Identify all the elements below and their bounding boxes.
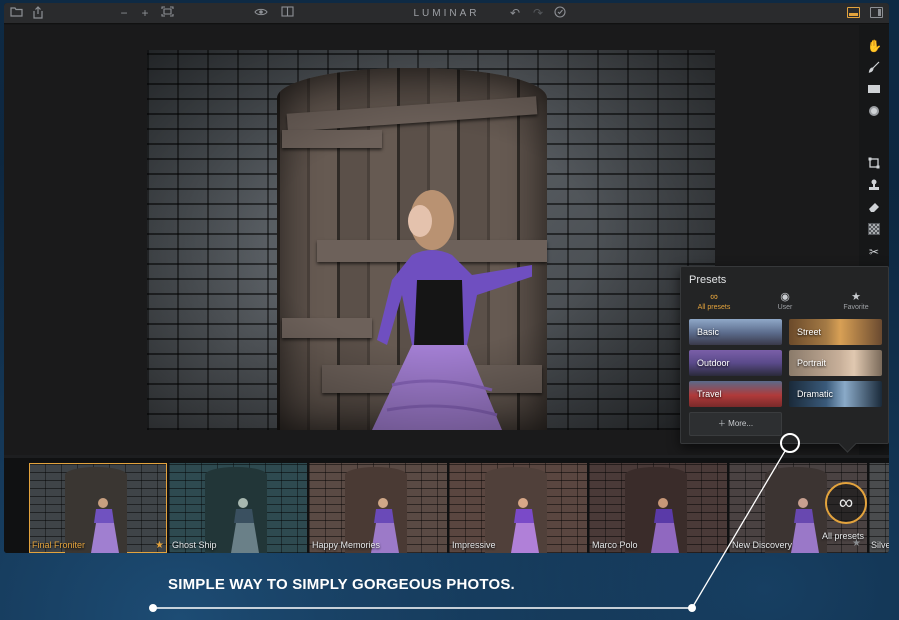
preset-thumb-label: New Discovery <box>732 540 793 550</box>
brush-icon[interactable] <box>867 61 881 75</box>
more-presets-label: More... <box>728 419 754 428</box>
preset-category-basic[interactable]: Basic <box>689 319 782 345</box>
clone-stamp-icon[interactable] <box>867 179 881 193</box>
user-icon: ◉ <box>780 291 790 303</box>
presets-panel: Presets ∞ All presets ◉ User ★ Favorite … <box>680 266 889 444</box>
tagline: SIMPLE WAY TO SIMPLY GORGEOUS PHOTOS. <box>168 576 515 593</box>
thumb-figure <box>231 498 259 553</box>
all-presets-button[interactable]: ∞ <box>825 482 867 524</box>
crop-icon[interactable] <box>867 157 881 171</box>
tab-favorite[interactable]: ★ Favorite <box>826 291 886 311</box>
app-title: LUMINAR <box>413 8 480 19</box>
tab-user-label: User <box>777 304 793 311</box>
preset-category-portrait[interactable]: Portrait <box>789 350 882 376</box>
title-bar: − + LUMINAR ↶ ↷ <box>4 3 889 24</box>
thumb-figure <box>791 498 819 553</box>
star-icon: ★ <box>851 291 861 303</box>
presets-panel-title: Presets <box>689 274 727 286</box>
eraser-icon[interactable] <box>867 201 881 215</box>
undo-icon[interactable]: ↶ <box>508 6 522 20</box>
preset-category-outdoor[interactable]: Outdoor <box>689 350 782 376</box>
favorite-star-icon[interactable]: ★ <box>155 540 164 551</box>
tab-all-presets[interactable]: ∞ All presets <box>684 291 744 311</box>
tab-user[interactable]: ◉ User <box>755 291 815 311</box>
main-photo[interactable] <box>147 50 715 430</box>
sidebar-layout-icon[interactable] <box>870 7 883 18</box>
thumb-figure <box>651 498 679 553</box>
history-icon[interactable] <box>553 6 567 20</box>
plus-icon: ＋ <box>717 419 729 428</box>
infinity-icon: ∞ <box>838 492 854 514</box>
preset-thumb-label: Final Froniter <box>32 540 86 550</box>
filmstrip-layout-icon[interactable] <box>847 7 860 18</box>
preset-thumb-final-froniter[interactable]: Final Froniter ★ <box>29 463 167 553</box>
preset-thumb-label: Silver <box>871 540 889 550</box>
preset-category-travel[interactable]: Travel <box>689 381 782 407</box>
luminar-window: − + LUMINAR ↶ ↷ ✋ ✂ Presets ∞ All preset… <box>4 3 889 553</box>
radial-mask-icon[interactable] <box>867 105 881 119</box>
thumb-figure <box>91 498 119 553</box>
thumb-figure <box>511 498 539 553</box>
preset-thumb-marco-polo[interactable]: Marco Polo <box>589 463 727 553</box>
noise-icon[interactable] <box>867 223 881 237</box>
redo-icon[interactable]: ↷ <box>531 6 545 20</box>
preset-thumb-label: Marco Polo <box>592 540 638 550</box>
gradient-mask-icon[interactable] <box>867 83 881 97</box>
preset-thumb-label: Happy Memories <box>312 540 381 550</box>
preset-category-street[interactable]: Street <box>789 319 882 345</box>
favorite-star-icon[interactable]: ★ <box>852 538 861 549</box>
more-presets-button[interactable]: ＋ More... <box>689 412 782 436</box>
photo-vignette <box>147 50 715 430</box>
tab-favorite-label: Favorite <box>843 304 869 311</box>
transform-icon[interactable]: ✂ <box>867 245 881 259</box>
preset-thumb-impressive[interactable]: Impressive <box>449 463 587 553</box>
preset-thumb-label: Ghost Ship <box>172 540 217 550</box>
presets-filmstrip: Final Froniter ★ Ghost Ship Happy Memori… <box>4 455 889 553</box>
preset-thumb-label: Impressive <box>452 540 496 550</box>
tab-all-presets-label: All presets <box>697 304 731 311</box>
preset-thumb-happy-memories[interactable]: Happy Memories <box>309 463 447 553</box>
preset-category-dramatic[interactable]: Dramatic <box>789 381 882 407</box>
hand-icon[interactable]: ✋ <box>867 39 882 53</box>
preset-thumb-silver[interactable]: Silver <box>869 463 889 553</box>
preset-thumb-ghost-ship[interactable]: Ghost Ship <box>169 463 307 553</box>
infinity-icon: ∞ <box>710 291 718 303</box>
